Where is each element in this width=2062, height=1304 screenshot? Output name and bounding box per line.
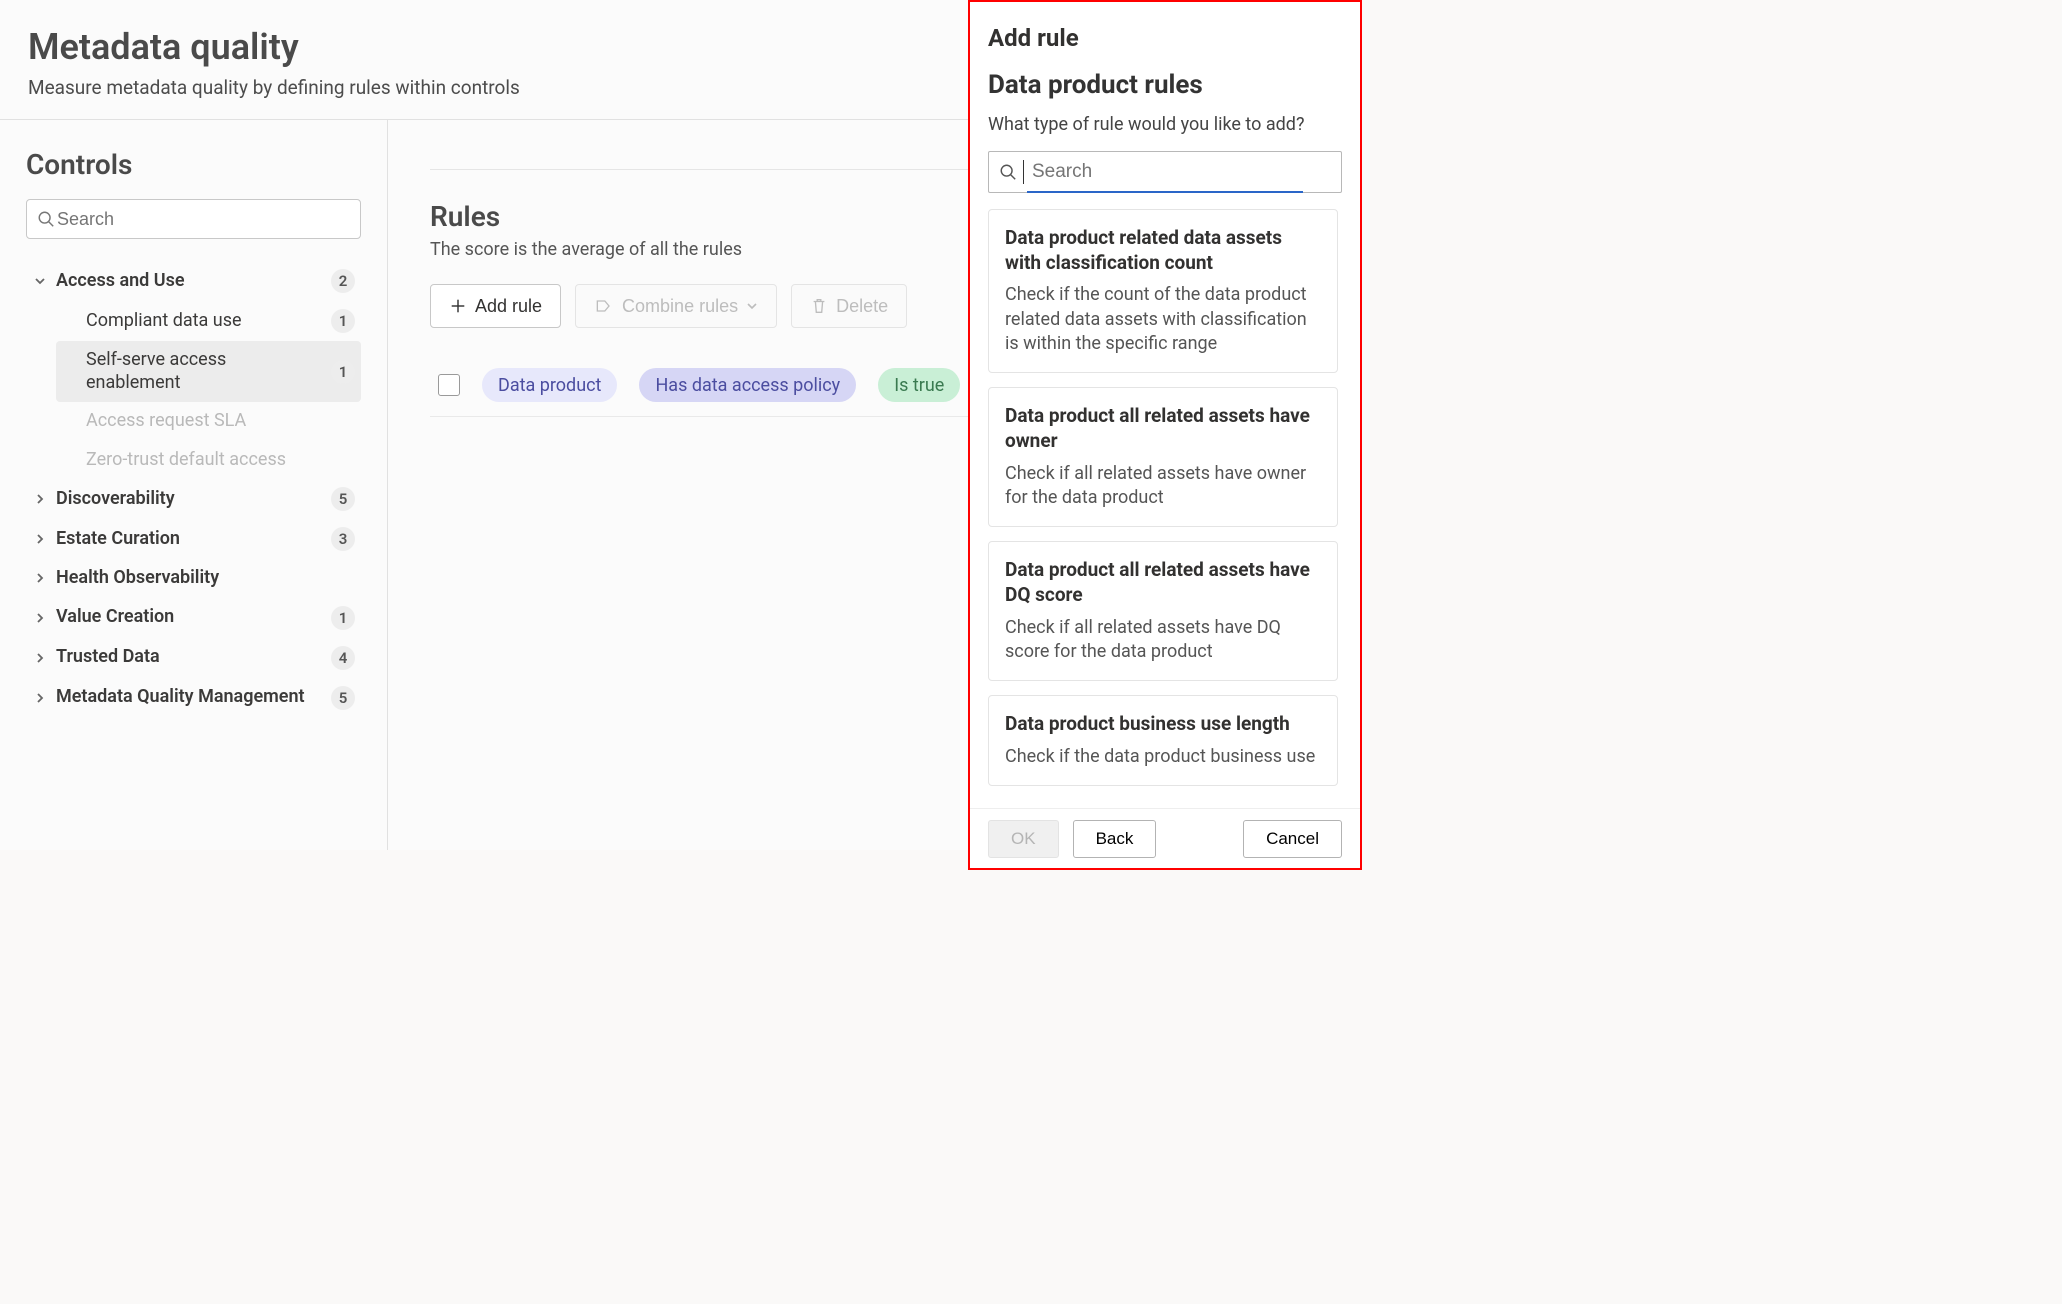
- combine-rules-button[interactable]: Combine rules: [575, 284, 777, 328]
- panel-search-input[interactable]: [1030, 160, 1331, 184]
- panel-subtitle: Data product rules: [988, 70, 1342, 100]
- rule-type-card[interactable]: Data product all related assets have DQ …: [988, 541, 1338, 681]
- add-rule-panel: Add rule Data product rules What type of…: [968, 0, 1362, 870]
- controls-heading: Controls: [26, 148, 361, 181]
- panel-footer: OK Back Cancel: [970, 808, 1360, 868]
- search-icon: [37, 210, 55, 228]
- tree-group-label: Access and Use: [56, 270, 323, 293]
- chevron-down-icon: [746, 300, 758, 312]
- rule-type-title: Data product all related assets have own…: [1005, 404, 1321, 453]
- delete-label: Delete: [836, 296, 888, 317]
- add-rule-label: Add rule: [475, 296, 542, 317]
- rule-type-list[interactable]: Data product related data assets with cl…: [988, 209, 1342, 800]
- count-badge: 4: [331, 646, 355, 670]
- tree-group-label: Discoverability: [56, 488, 323, 511]
- search-icon: [999, 163, 1017, 181]
- ok-button[interactable]: OK: [988, 820, 1059, 858]
- rule-type-card[interactable]: Data product related data assets with cl…: [988, 209, 1338, 373]
- tree-group[interactable]: Estate Curation 3: [26, 519, 361, 559]
- panel-search[interactable]: [988, 151, 1342, 193]
- count-badge: 1: [331, 360, 355, 384]
- rule-type-card[interactable]: Data product all related assets have own…: [988, 387, 1338, 527]
- focus-underline: [1027, 191, 1303, 193]
- chevron-right-icon: [32, 692, 48, 704]
- count-badge: 1: [331, 606, 355, 630]
- count-badge: 2: [331, 269, 355, 293]
- tree-group[interactable]: Discoverability 5: [26, 479, 361, 519]
- rule-type-title: Data product related data assets with cl…: [1005, 226, 1321, 275]
- rule-type-desc: Check if all related assets have owner f…: [1005, 462, 1321, 511]
- tree-child-label: Access request SLA: [86, 410, 355, 433]
- controls-search-input[interactable]: [55, 208, 350, 231]
- tree-group-label: Estate Curation: [56, 528, 323, 551]
- combine-icon: [594, 297, 614, 315]
- rule-chip-subject[interactable]: Data product: [482, 368, 617, 402]
- rule-chip-predicate[interactable]: Has data access policy: [639, 368, 856, 402]
- back-button[interactable]: Back: [1073, 820, 1157, 858]
- tree-child[interactable]: Access request SLA: [56, 402, 361, 441]
- tree-group-label: Trusted Data: [56, 646, 323, 669]
- panel-title: Add rule: [988, 24, 1342, 52]
- chevron-right-icon: [32, 652, 48, 664]
- tree-child[interactable]: Zero-trust default access: [56, 441, 361, 480]
- tree-group[interactable]: Value Creation 1: [26, 598, 361, 638]
- delete-button[interactable]: Delete: [791, 284, 907, 328]
- controls-sidebar: Controls Access and Use 2 Compliant data u…: [0, 120, 388, 850]
- rule-type-desc: Check if all related assets have DQ scor…: [1005, 616, 1321, 665]
- tree-group[interactable]: Metadata Quality Management 5: [26, 678, 361, 718]
- tree-child[interactable]: Self-serve access enablement 1: [56, 341, 361, 402]
- tree-child-label: Self-serve access enablement: [86, 349, 323, 394]
- rule-checkbox[interactable]: [438, 374, 460, 396]
- tree-group[interactable]: Health Observability: [26, 559, 361, 598]
- text-caret: [1023, 160, 1024, 184]
- rule-type-title: Data product business use length: [1005, 712, 1321, 737]
- panel-question: What type of rule would you like to add?: [988, 114, 1342, 135]
- count-badge: 5: [331, 487, 355, 511]
- trash-icon: [810, 297, 828, 315]
- rule-type-desc: Check if the data product business use: [1005, 745, 1321, 769]
- controls-tree: Access and Use2Compliant data use1Self-s…: [26, 261, 361, 718]
- tree-child-label: Zero-trust default access: [86, 449, 355, 472]
- chevron-right-icon: [32, 612, 48, 624]
- cancel-button[interactable]: Cancel: [1243, 820, 1342, 858]
- rule-type-title: Data product all related assets have DQ …: [1005, 558, 1321, 607]
- tree-child-label: Compliant data use: [86, 310, 323, 333]
- chevron-right-icon: [32, 533, 48, 545]
- controls-search[interactable]: [26, 199, 361, 239]
- add-rule-button[interactable]: Add rule: [430, 284, 561, 328]
- count-badge: 1: [331, 309, 355, 333]
- plus-icon: [449, 297, 467, 315]
- tree-group[interactable]: Access and Use 2: [26, 261, 361, 301]
- rule-type-card[interactable]: Data product business use length Check if…: [988, 695, 1338, 786]
- rule-chip-value[interactable]: Is true: [878, 368, 960, 402]
- tree-group-label: Health Observability: [56, 567, 355, 590]
- chevron-down-icon: [32, 275, 48, 287]
- tree-child[interactable]: Compliant data use 1: [56, 301, 361, 341]
- count-badge: 3: [331, 527, 355, 551]
- tree-group[interactable]: Trusted Data 4: [26, 638, 361, 678]
- count-badge: 5: [331, 686, 355, 710]
- combine-rules-label: Combine rules: [622, 296, 738, 317]
- tree-group-label: Metadata Quality Management: [56, 686, 323, 709]
- tree-group-label: Value Creation: [56, 606, 323, 629]
- chevron-right-icon: [32, 493, 48, 505]
- chevron-right-icon: [32, 572, 48, 584]
- rule-type-desc: Check if the count of the data product r…: [1005, 283, 1321, 356]
